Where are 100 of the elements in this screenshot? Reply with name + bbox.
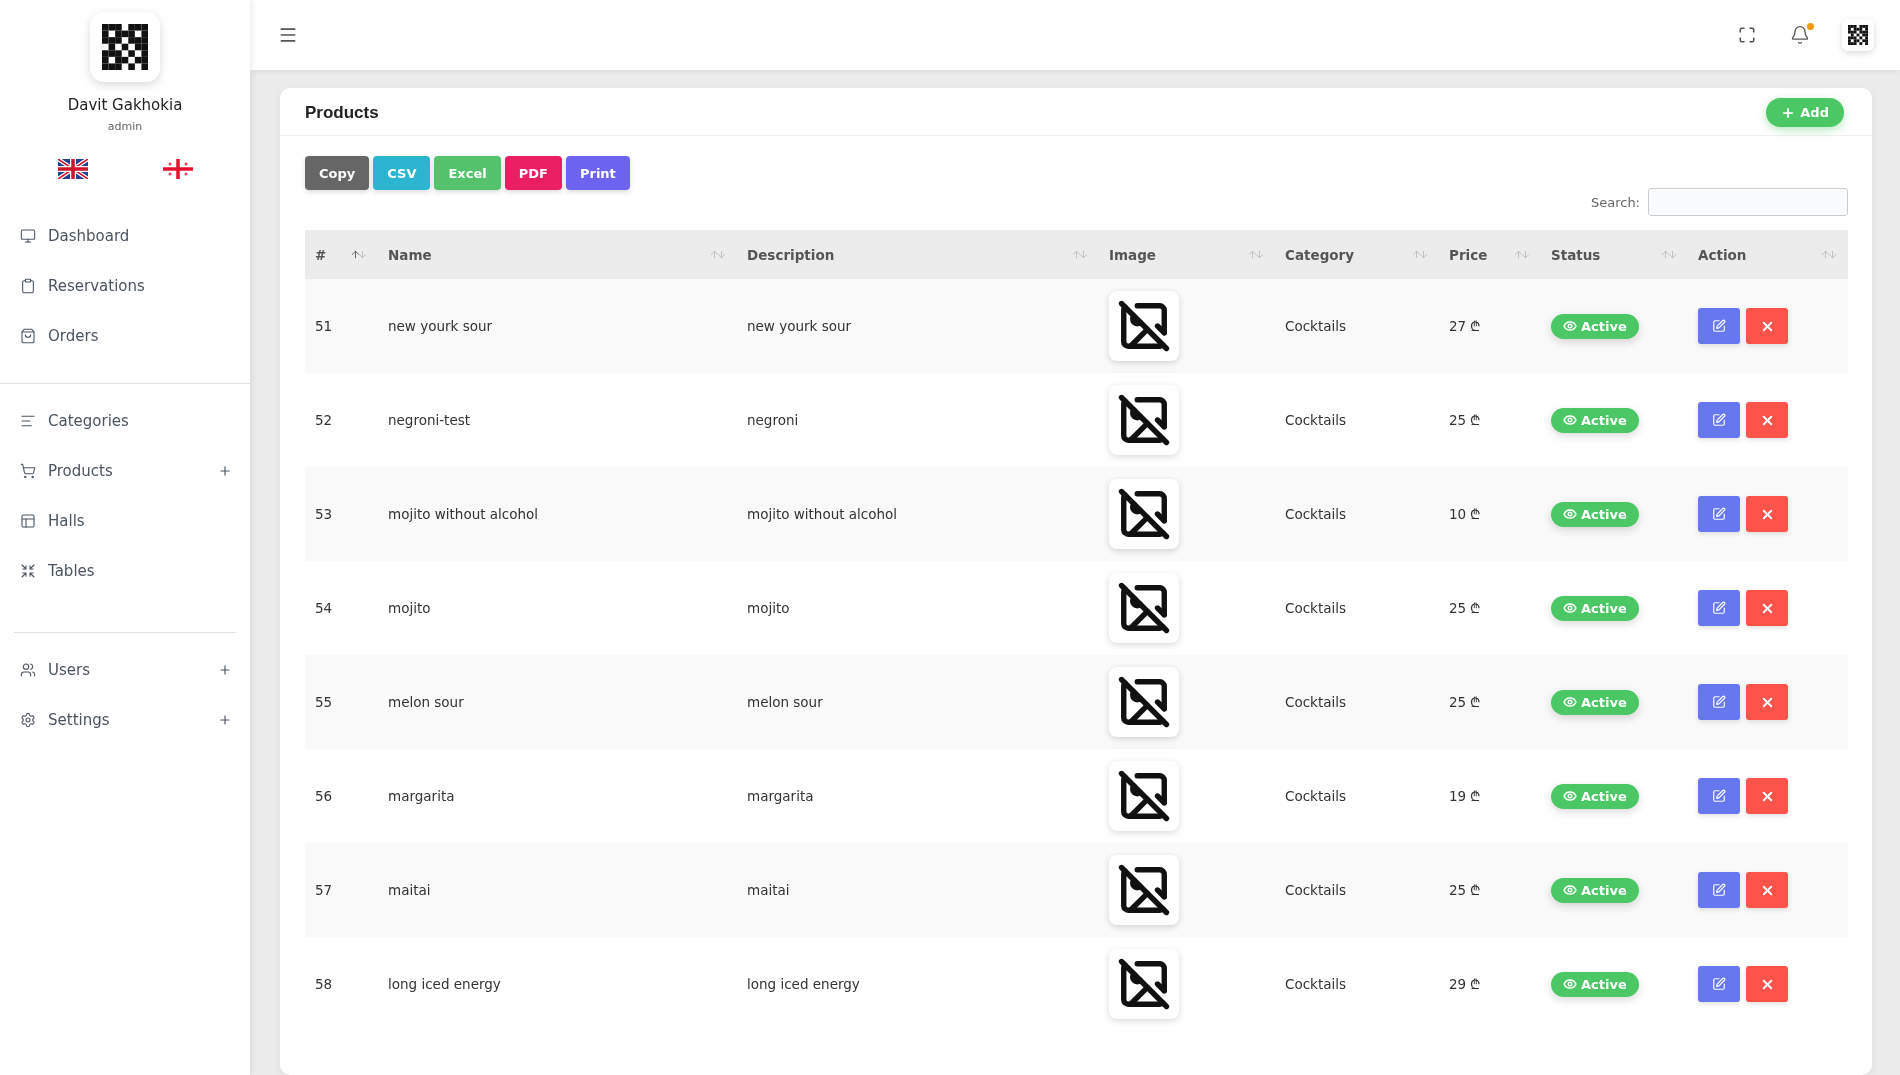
column-header[interactable]: Action: [1688, 230, 1848, 279]
column-header[interactable]: #: [305, 230, 378, 279]
table-cell: Cocktails: [1275, 749, 1439, 843]
column-header[interactable]: Status: [1541, 230, 1688, 279]
image-off-icon: [1117, 675, 1171, 729]
sidebar-item-label: Halls: [48, 512, 86, 530]
status-badge: Active: [1551, 313, 1639, 339]
edit-button[interactable]: [1698, 590, 1740, 626]
cart-icon: [20, 463, 36, 479]
delete-button[interactable]: [1746, 496, 1788, 532]
image-off-icon: [1117, 581, 1171, 635]
sidebar-item[interactable]: Halls: [0, 496, 250, 546]
table-cell: maitai: [378, 843, 737, 937]
plus-icon[interactable]: [218, 713, 232, 727]
status-badge: Active: [1551, 877, 1639, 903]
edit-icon: [1712, 883, 1726, 897]
table-cell: new yourk sour: [378, 279, 737, 373]
plus-icon[interactable]: [218, 464, 232, 478]
sidebar-item[interactable]: Settings: [14, 695, 236, 745]
table-cell: 25 ₾: [1439, 655, 1541, 749]
user-role: admin: [107, 120, 143, 133]
edit-button[interactable]: [1698, 308, 1740, 344]
qr-button[interactable]: [1842, 19, 1874, 51]
table-cell: 56: [305, 749, 378, 843]
search-field[interactable]: [1648, 188, 1848, 216]
table-cell: melon sour: [378, 655, 737, 749]
table-cell: 25 ₾: [1439, 373, 1541, 467]
edit-button[interactable]: [1698, 402, 1740, 438]
table-cell: long iced energy: [737, 937, 1099, 1031]
sidebar-item-label: Settings: [48, 711, 111, 729]
table-cell: 29 ₾: [1439, 937, 1541, 1031]
georgia-flag-icon[interactable]: [162, 159, 193, 179]
settings-icon: [20, 712, 36, 728]
sidebar-item-label: Dashboard: [48, 227, 131, 245]
table-cell: long iced energy: [378, 937, 737, 1031]
clipboard-icon: [20, 278, 36, 294]
status-badge: Active: [1551, 595, 1639, 621]
sidebar-item[interactable]: Tables: [0, 546, 250, 596]
image-off-icon: [1117, 487, 1171, 541]
sidebar-item[interactable]: Orders: [0, 311, 250, 361]
uk-flag-icon[interactable]: [57, 159, 88, 179]
status-badge: Active: [1551, 783, 1639, 809]
image-off-icon: [1117, 769, 1171, 823]
sidebar-item-label: Users: [48, 661, 91, 679]
table-cell: mojito: [378, 561, 737, 655]
column-header[interactable]: Description: [737, 230, 1099, 279]
edit-button[interactable]: [1698, 496, 1740, 532]
table-cell: maitai: [737, 843, 1099, 937]
delete-button[interactable]: [1746, 778, 1788, 814]
export-button[interactable]: Copy: [305, 156, 370, 190]
column-header[interactable]: Category: [1275, 230, 1439, 279]
delete-button[interactable]: [1746, 308, 1788, 344]
delete-button[interactable]: [1746, 684, 1788, 720]
delete-button[interactable]: [1746, 590, 1788, 626]
table-cell: Cocktails: [1275, 655, 1439, 749]
sidebar-item[interactable]: Dashboard: [0, 211, 250, 261]
sidebar-item[interactable]: Reservations: [0, 261, 250, 311]
edit-icon: [1712, 507, 1726, 521]
delete-button[interactable]: [1746, 402, 1788, 438]
column-header[interactable]: Image: [1099, 230, 1275, 279]
edit-button[interactable]: [1698, 966, 1740, 1002]
edit-button[interactable]: [1698, 684, 1740, 720]
table-cell: 54: [305, 561, 378, 655]
column-header[interactable]: Name: [378, 230, 737, 279]
export-button[interactable]: PDF: [504, 156, 562, 190]
column-header[interactable]: Price: [1439, 230, 1541, 279]
qr-logo-icon: [102, 24, 148, 70]
edit-button[interactable]: [1698, 872, 1740, 908]
status-badge: Active: [1551, 407, 1639, 433]
sidebar-item[interactable]: Users: [14, 645, 236, 695]
plus-icon[interactable]: [218, 663, 232, 677]
table-cell: 27 ₾: [1439, 279, 1541, 373]
table-cell: mojito without alcohol: [378, 467, 737, 561]
table-cell: Cocktails: [1275, 279, 1439, 373]
table-cell: 58: [305, 937, 378, 1031]
image-off-icon: [1117, 957, 1171, 1011]
delete-button[interactable]: [1746, 872, 1788, 908]
table-cell: Cocktails: [1275, 561, 1439, 655]
qr-logo-icon: [1848, 25, 1868, 45]
table-cell: new yourk sour: [737, 279, 1099, 373]
table-cell: negroni: [737, 373, 1099, 467]
table-cell: negroni-test: [378, 373, 737, 467]
table-cell: Cocktails: [1275, 843, 1439, 937]
delete-button[interactable]: [1746, 966, 1788, 1002]
table-cell: 57: [305, 843, 378, 937]
user-name: Davit Gakhokia: [67, 96, 183, 114]
sidebar-item[interactable]: Products: [0, 446, 250, 496]
image-off-icon: [1117, 393, 1171, 447]
export-button[interactable]: Print: [565, 156, 630, 190]
sort-icon[interactable]: [350, 249, 368, 260]
edit-button[interactable]: [1698, 778, 1740, 814]
sidebar-item-label: Reservations: [48, 277, 146, 295]
status-badge: Active: [1551, 971, 1639, 997]
table-cell: Cocktails: [1275, 937, 1439, 1031]
shrink-icon: [20, 563, 36, 579]
edit-icon: [1712, 319, 1726, 333]
sidebar-item[interactable]: Categories: [0, 396, 250, 446]
status-badge: Active: [1551, 689, 1639, 715]
table-cell: Cocktails: [1275, 373, 1439, 467]
table-cell: 19 ₾: [1439, 749, 1541, 843]
